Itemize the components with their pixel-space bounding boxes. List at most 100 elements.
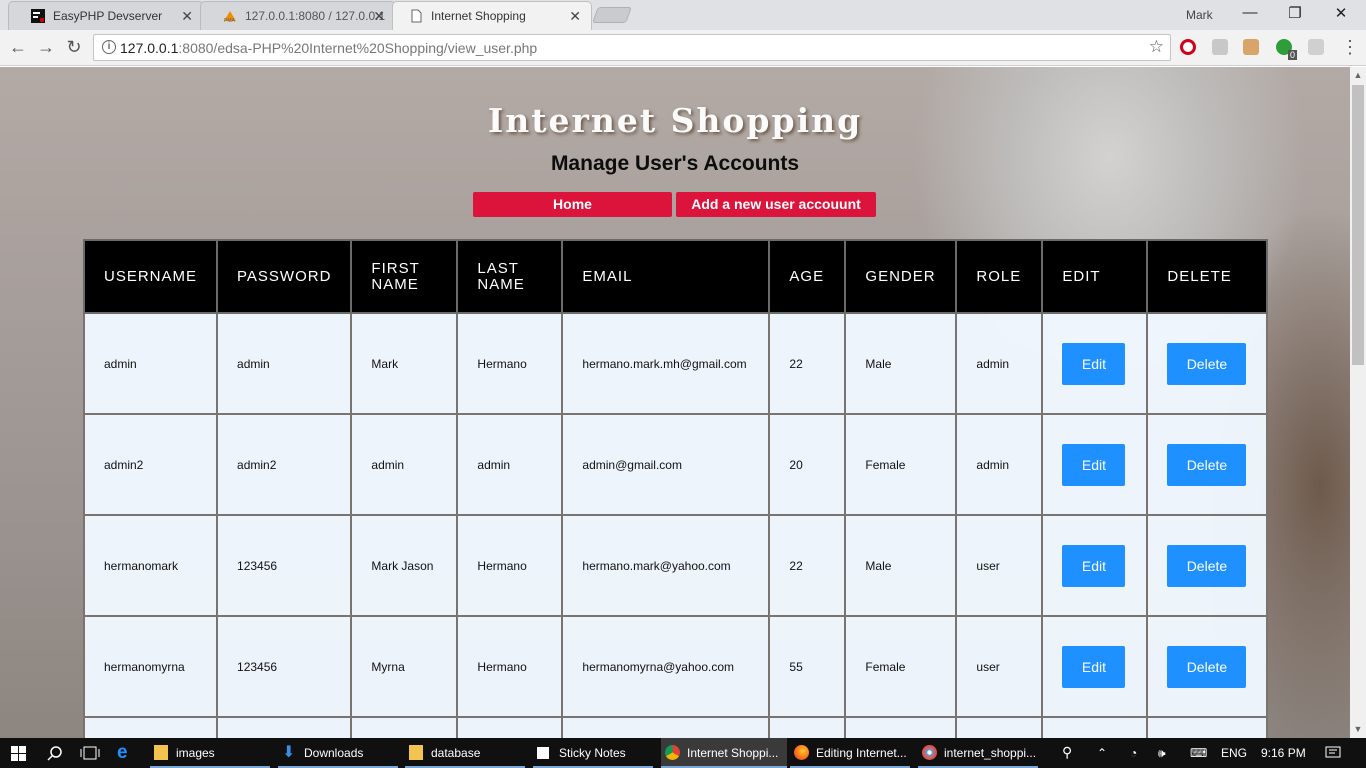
age-cell: 20	[768, 413, 847, 516]
edit-button[interactable]: Edit	[1062, 342, 1126, 385]
taskbar-item-firefox[interactable]: Editing Internet...	[790, 738, 910, 768]
phpmyadmin-icon: PMA	[224, 11, 236, 23]
first-name-cell: Mark	[350, 312, 459, 415]
age-cell: 22	[768, 514, 847, 617]
table-cell	[561, 716, 771, 738]
email-cell: hermanomyrna@yahoo.com	[561, 615, 771, 718]
taskbar-item-sticky-notes[interactable]: Sticky Notes	[533, 738, 653, 768]
minimize-icon[interactable]: —	[1235, 4, 1265, 21]
taskbar-item-downloads[interactable]: ⬇ Downloads	[278, 738, 398, 768]
taskbar-item-chrome[interactable]: Internet Shoppi...	[661, 738, 787, 768]
new-tab-button[interactable]	[592, 7, 632, 23]
password-cell: 123456	[216, 514, 353, 617]
language-indicator[interactable]: ENG	[1221, 746, 1247, 760]
table-row: hermanomyrna 123456 Myrna Hermano herman…	[82, 615, 1269, 718]
add-user-link[interactable]: Add a new user accouunt	[676, 192, 876, 217]
site-title: Internet Shopping	[487, 101, 863, 140]
notifications-icon[interactable]	[1325, 746, 1341, 760]
table-cell	[955, 716, 1044, 738]
input-method-icon[interactable]: ⌨	[1190, 746, 1207, 760]
tab-phpmyadmin[interactable]: PMA 127.0.0.1:8080 / 127.0.0.1 ✕	[200, 1, 396, 30]
close-tab-icon[interactable]: ✕	[181, 8, 193, 25]
extension-icon[interactable]	[1243, 39, 1259, 55]
tab-internet-shopping[interactable]: Internet Shopping ✕	[392, 1, 592, 30]
close-tab-icon[interactable]: ✕	[569, 8, 581, 25]
username-cell: admin	[82, 312, 219, 415]
table-row: admin2 admin2 admin admin admin@gmail.co…	[82, 413, 1269, 516]
people-icon[interactable]: ⚲	[1062, 744, 1072, 761]
last-name-cell: admin	[456, 413, 564, 516]
close-window-icon[interactable]: ✕	[1326, 4, 1356, 22]
windows-start-icon[interactable]	[11, 746, 26, 761]
scroll-up-icon[interactable]: ▲	[1350, 70, 1366, 80]
wifi-icon[interactable]: ◔	[1130, 746, 1137, 760]
tab-title: Internet Shopping	[431, 9, 526, 23]
password-cell: 123456	[216, 615, 353, 718]
delete-cell: Delete	[1146, 413, 1269, 516]
username-cell: admin2	[82, 413, 219, 516]
profile-name[interactable]: Mark	[1186, 8, 1213, 22]
taskbar-item-label: internet_shoppi...	[944, 746, 1037, 760]
search-icon[interactable]	[47, 745, 63, 761]
page-icon	[411, 9, 422, 23]
gender-cell: Female	[844, 413, 958, 516]
tab-easyphp[interactable]: EasyPHP Devserver ✕	[8, 1, 204, 30]
delete-button[interactable]: Delete	[1167, 342, 1247, 385]
taskbar-item-images[interactable]: images	[150, 738, 270, 768]
address-bar[interactable]: i 127.0.0.1:8080/edsa-PHP%20Internet%20S…	[93, 34, 1171, 61]
edit-button[interactable]: Edit	[1062, 645, 1126, 688]
last-name-cell: Hermano	[456, 312, 564, 415]
extension-icon[interactable]	[1212, 39, 1228, 55]
users-table: USERNAME PASSWORD FIRST NAME LAST NAME E…	[82, 239, 1269, 738]
home-link[interactable]: Home	[473, 192, 672, 217]
edit-button[interactable]: Edit	[1062, 544, 1126, 587]
gender-cell: Male	[844, 514, 958, 617]
tab-strip: EasyPHP Devserver ✕ PMA 127.0.0.1:8080 /…	[0, 0, 1366, 30]
last-name-cell: Hermano	[456, 514, 564, 617]
taskbar-item-database[interactable]: database	[405, 738, 525, 768]
edge-icon[interactable]: e	[117, 742, 128, 764]
taskbar-item-label: Sticky Notes	[559, 746, 626, 760]
chevron-up-icon[interactable]: ⌃	[1097, 746, 1107, 760]
role-cell: user	[955, 514, 1044, 617]
table-cell	[1041, 716, 1149, 738]
delete-button[interactable]: Delete	[1167, 544, 1247, 587]
taskbar-item-label: Internet Shoppi...	[687, 746, 779, 760]
tab-title: 127.0.0.1:8080 / 127.0.0.1	[245, 9, 386, 23]
folder-icon	[154, 745, 168, 760]
opera-extension-icon[interactable]	[1180, 39, 1196, 55]
last-name-cell: Hermano	[456, 615, 564, 718]
extension-icon[interactable]	[1308, 39, 1324, 55]
email-cell: hermano.mark.mh@gmail.com	[561, 312, 771, 415]
browser-toolbar: ← → ↻ i 127.0.0.1:8080/edsa-PHP%20Intern…	[0, 30, 1366, 66]
taskbar-item-paint[interactable]: internet_shoppi...	[918, 738, 1038, 768]
taskbar-item-label: database	[431, 746, 481, 760]
column-header: LAST NAME	[456, 239, 564, 314]
url-text[interactable]: 127.0.0.1:8080/edsa-PHP%20Internet%20Sho…	[120, 40, 537, 56]
restore-icon[interactable]: ❐	[1280, 4, 1310, 22]
taskbar-item-label: images	[176, 746, 215, 760]
forward-icon[interactable]: →	[36, 37, 56, 58]
bookmark-star-icon[interactable]: ☆	[1149, 37, 1164, 57]
reload-icon[interactable]: ↻	[64, 37, 84, 58]
edit-cell: Edit	[1041, 615, 1149, 718]
back-icon[interactable]: ←	[8, 37, 28, 58]
column-header: GENDER	[844, 239, 958, 314]
scrollbar-thumb[interactable]	[1352, 85, 1364, 365]
delete-button[interactable]: Delete	[1167, 645, 1247, 688]
close-tab-icon[interactable]: ✕	[373, 8, 385, 25]
edit-cell: Edit	[1041, 312, 1149, 415]
scroll-down-icon[interactable]: ▼	[1350, 724, 1366, 734]
menu-icon[interactable]: ⋮	[1340, 37, 1360, 58]
edit-button[interactable]: Edit	[1062, 443, 1126, 486]
volume-icon[interactable]: 🕪	[1158, 746, 1166, 761]
table-cell	[768, 716, 847, 738]
table-cell	[456, 716, 564, 738]
info-icon[interactable]: i	[102, 40, 116, 54]
delete-button[interactable]: Delete	[1167, 443, 1247, 486]
clock[interactable]: 9:16 PM	[1261, 746, 1306, 760]
table-header-row: USERNAME PASSWORD FIRST NAME LAST NAME E…	[82, 239, 1269, 314]
page-scrollbar[interactable]: ▲ ▼	[1350, 67, 1366, 738]
role-cell: user	[955, 615, 1044, 718]
task-view-icon[interactable]	[80, 746, 100, 760]
